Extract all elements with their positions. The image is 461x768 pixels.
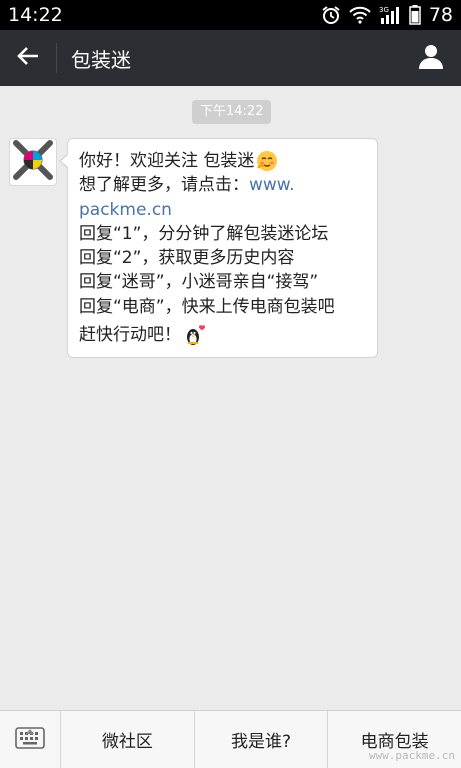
menu-item-about[interactable]: 我是谁? bbox=[195, 711, 329, 768]
profile-button[interactable] bbox=[401, 30, 461, 86]
message-line: 回复“迷哥”，小迷哥亲自“接驾” bbox=[79, 270, 367, 294]
header: 包装迷 bbox=[0, 30, 461, 86]
network-type-label: 3G bbox=[379, 6, 389, 14]
website-link[interactable]: www. bbox=[249, 173, 295, 197]
message-line-text: 想了解更多，请点击： bbox=[79, 175, 249, 196]
message-line-text: 回复“2”，获取更多历史内容 bbox=[79, 248, 295, 269]
packme-logo-icon bbox=[13, 140, 53, 184]
back-arrow-icon bbox=[17, 46, 39, 70]
profile-icon bbox=[418, 43, 444, 73]
status-bar: 14:22 3G 78 bbox=[0, 0, 461, 30]
message-line: 回复“1”，分分钟了解包装迷论坛 bbox=[79, 222, 367, 246]
status-time: 14:22 bbox=[8, 4, 63, 26]
message-line: 回复“电商”，快来上传电商包装吧 bbox=[79, 295, 367, 319]
menu-item-community[interactable]: 微社区 bbox=[61, 711, 195, 768]
penguin-heart-icon bbox=[183, 323, 207, 347]
chat-area[interactable]: 下午14:22 你好！欢迎关注 包装迷 想了解更多，请点击： www. pack… bbox=[0, 86, 461, 710]
message-line: packme.cn bbox=[79, 198, 367, 222]
message-line-text: 回复“1”，分分钟了解包装迷论坛 bbox=[79, 223, 329, 244]
keyboard-toggle-button[interactable] bbox=[0, 711, 61, 768]
message-bubble[interactable]: 你好！欢迎关注 包装迷 想了解更多，请点击： www. packme.cn 回复… bbox=[59, 138, 378, 359]
blushing-face-icon bbox=[256, 150, 278, 172]
caret-up-icon bbox=[26, 719, 34, 738]
header-divider bbox=[56, 43, 57, 73]
signal-icon: 3G bbox=[379, 5, 401, 25]
message-line-text: 回复“电商”，快来上传电商包装吧 bbox=[79, 296, 335, 317]
wifi-icon bbox=[349, 6, 371, 24]
message-line-text: 你好！欢迎关注 包装迷 bbox=[79, 151, 255, 171]
message-line: 回复“2”，获取更多历史内容 bbox=[79, 246, 367, 270]
watermark: www.packme.cn bbox=[368, 749, 455, 762]
message-line-text: 回复“迷哥”，小迷哥亲自“接驾” bbox=[79, 272, 319, 293]
battery-level: 78 bbox=[428, 4, 453, 26]
page-title: 包装迷 bbox=[71, 47, 131, 72]
back-button[interactable] bbox=[0, 30, 56, 86]
message-line: 赶快行动吧！ bbox=[79, 323, 367, 347]
website-link[interactable]: packme.cn bbox=[79, 198, 172, 222]
message-timestamp: 下午14:22 bbox=[192, 100, 272, 124]
message-line: 想了解更多，请点击： www. bbox=[79, 173, 367, 197]
battery-icon bbox=[409, 5, 421, 25]
status-icons: 3G 78 bbox=[321, 4, 453, 26]
message-line-text: 赶快行动吧！ bbox=[79, 325, 181, 346]
alarm-icon bbox=[321, 5, 341, 25]
avatar[interactable] bbox=[9, 138, 57, 186]
message-line: 你好！欢迎关注 包装迷 bbox=[79, 149, 367, 173]
